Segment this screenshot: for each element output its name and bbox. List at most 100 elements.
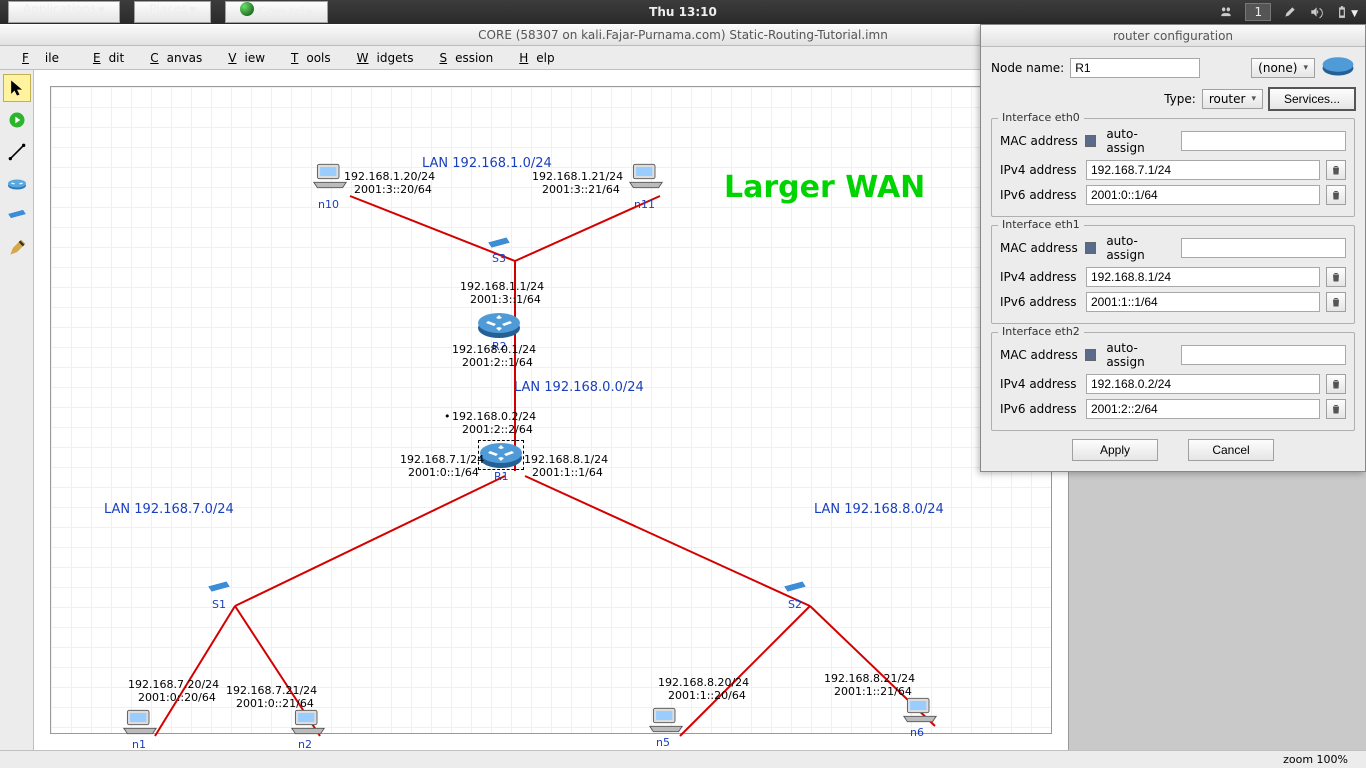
applications-menu[interactable]: Applications▼ [8, 1, 120, 23]
tool-annotate[interactable] [3, 234, 31, 262]
current-app-menu[interactable]: Core.tcl▼ [225, 1, 328, 23]
tool-select[interactable] [3, 74, 31, 102]
addr-n1-ip6: 2001:0::20/64 [138, 691, 216, 704]
node-n11[interactable] [628, 162, 664, 193]
ipv6-input[interactable] [1086, 185, 1320, 205]
type-dropdown[interactable]: router▾ [1202, 89, 1263, 109]
addr-n1-ip: 192.168.7.20/24 [128, 678, 219, 691]
left-toolbar [0, 70, 34, 750]
menu-file[interactable]: File [6, 48, 75, 68]
globe-icon [240, 2, 254, 16]
node-r1[interactable] [478, 440, 524, 473]
nodename-label: Node name: [991, 61, 1064, 75]
addr-r1-up-ip6: 2001:2::2/64 [462, 423, 533, 436]
menu-session[interactable]: Session [423, 48, 501, 68]
dialog-title: router configuration [1113, 29, 1233, 43]
interface-legend: Interface eth2 [998, 325, 1084, 338]
type-label: Type: [1164, 92, 1196, 106]
menu-view[interactable]: View [212, 48, 273, 68]
cancel-button[interactable]: Cancel [1188, 439, 1274, 461]
node-label-n11: n11 [634, 198, 655, 211]
ipv6-label: IPv6 address [1000, 295, 1080, 309]
node-label-n1: n1 [132, 738, 146, 750]
mac-input[interactable] [1181, 345, 1346, 365]
ipv4-delete-button[interactable] [1326, 374, 1346, 394]
addr-n6-ip6: 2001:1::21/64 [834, 685, 912, 698]
node-n1[interactable] [122, 708, 158, 739]
menu-widgets[interactable]: Widgets [341, 48, 422, 68]
node-n6[interactable] [902, 696, 938, 727]
node-label-n6: n6 [910, 726, 924, 739]
ipv6-delete-button[interactable] [1326, 185, 1346, 205]
addr-n2-ip6: 2001:0::21/64 [236, 697, 314, 710]
tool-hub[interactable] [3, 202, 31, 230]
tool-link[interactable] [3, 138, 31, 166]
brush-icon[interactable] [1283, 5, 1297, 20]
auto-assign-checkbox[interactable] [1085, 135, 1097, 147]
volume-icon[interactable] [1309, 5, 1323, 20]
apply-button[interactable]: Apply [1072, 439, 1158, 461]
services-button[interactable]: Services... [1269, 88, 1355, 110]
mac-input[interactable] [1181, 238, 1346, 258]
node-label-r1: R1 [494, 470, 509, 483]
node-r2[interactable] [476, 310, 522, 343]
addr-r1-right-ip6: 2001:1::1/64 [532, 466, 603, 479]
addr-r2-down-ip6: 2001:2::1/64 [462, 356, 533, 369]
auto-assign-label: auto-assign [1106, 127, 1175, 155]
node-n2[interactable] [290, 708, 326, 739]
ipv6-delete-button[interactable] [1326, 292, 1346, 312]
menu-canvas[interactable]: Canvas [134, 48, 210, 68]
router-icon [1321, 55, 1355, 80]
addr-n10-ip6: 2001:3::20/64 [354, 183, 432, 196]
workspace-indicator[interactable]: 1 [1245, 3, 1271, 21]
node-n10[interactable] [312, 162, 348, 193]
auto-assign-checkbox[interactable] [1085, 349, 1097, 361]
menu-tools[interactable]: Tools [275, 48, 339, 68]
menu-help[interactable]: Help [503, 48, 562, 68]
zoom-indicator: zoom 100% [1283, 753, 1348, 766]
ipv6-label: IPv6 address [1000, 402, 1080, 416]
clock[interactable]: Thu 13:10 [649, 5, 717, 19]
node-label-n10: n10 [318, 198, 339, 211]
addr-r1-up-ip: 192.168.0.2/24 [452, 410, 536, 423]
mac-label: MAC address [1000, 134, 1079, 148]
auto-assign-label: auto-assign [1106, 234, 1175, 262]
users-icon[interactable] [1219, 5, 1233, 20]
addr-n2-ip: 192.168.7.21/24 [226, 684, 317, 697]
node-label-n2: n2 [298, 738, 312, 750]
canvas-area[interactable]: Larger WAN LAN 192.168.1.0/24 LAN 192.16… [34, 70, 1068, 750]
ipv4-input[interactable] [1086, 160, 1320, 180]
addr-n11-ip: 192.168.1.21/24 [532, 170, 623, 183]
node-label-n5: n5 [656, 736, 670, 749]
node-label-s3: S3 [492, 252, 506, 265]
tool-router[interactable] [3, 170, 31, 198]
auto-assign-label: auto-assign [1106, 341, 1175, 369]
ipv6-input[interactable] [1086, 292, 1320, 312]
ipv4-input[interactable] [1086, 267, 1320, 287]
addr-r1-left-ip: 192.168.7.1/24 [400, 453, 484, 466]
menu-edit[interactable]: Edit [77, 48, 132, 68]
addr-n6-ip: 192.168.8.21/24 [824, 672, 915, 685]
image-dropdown[interactable]: (none)▾ [1251, 58, 1315, 78]
auto-assign-checkbox[interactable] [1085, 242, 1097, 254]
ipv4-delete-button[interactable] [1326, 160, 1346, 180]
nodename-input[interactable] [1070, 58, 1200, 78]
places-menu[interactable]: Places▼ [134, 1, 211, 23]
addr-n11-ip6: 2001:3::21/64 [542, 183, 620, 196]
ipv6-delete-button[interactable] [1326, 399, 1346, 419]
addr-r1-right-ip: 192.168.8.1/24 [524, 453, 608, 466]
ipv6-input[interactable] [1086, 399, 1320, 419]
interface-frame-0: Interface eth0 MAC address auto-assign I… [991, 118, 1355, 217]
ipv4-label: IPv4 address [1000, 270, 1080, 284]
dialog-title-bar: router configuration [981, 25, 1365, 47]
ipv4-delete-button[interactable] [1326, 267, 1346, 287]
node-n5[interactable] [648, 706, 684, 737]
battery-icon[interactable]: ▼ [1335, 5, 1358, 20]
ipv6-label: IPv6 address [1000, 188, 1080, 202]
addr-r2-up-ip: 192.168.1.1/24 [460, 280, 544, 293]
ipv4-label: IPv4 address [1000, 163, 1080, 177]
tool-run[interactable] [3, 106, 31, 134]
mac-input[interactable] [1181, 131, 1346, 151]
mac-label: MAC address [1000, 348, 1079, 362]
ipv4-input[interactable] [1086, 374, 1320, 394]
